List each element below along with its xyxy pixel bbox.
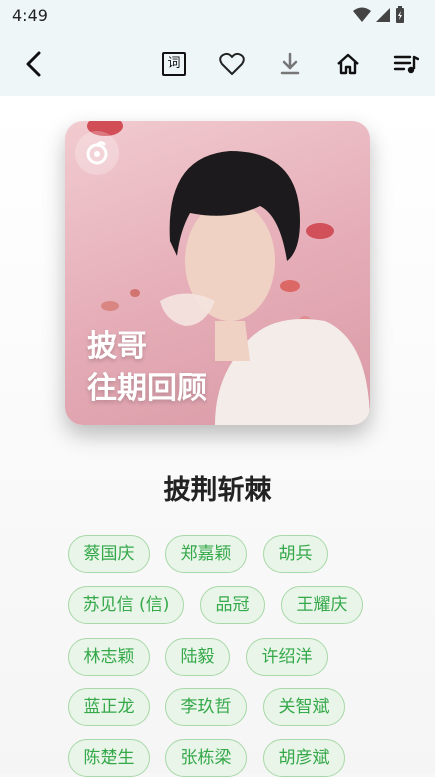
status-bar: 4:49 bbox=[0, 0, 435, 32]
cover-caption: 披哥 往期回顾 bbox=[87, 326, 207, 410]
lyrics-button[interactable]: 词 bbox=[158, 48, 190, 80]
tag-chip[interactable]: 林志颖 bbox=[68, 638, 150, 676]
home-icon bbox=[337, 53, 359, 75]
favorite-button[interactable] bbox=[216, 48, 248, 80]
tag-chip[interactable]: 胡兵 bbox=[263, 535, 328, 573]
app-bar: 词 bbox=[0, 32, 435, 96]
tag-chip[interactable]: 陈楚生 bbox=[68, 739, 150, 777]
playlist-button[interactable] bbox=[390, 48, 422, 80]
chevron-left-icon bbox=[26, 51, 41, 77]
signal-icon bbox=[376, 8, 390, 22]
tag-chip[interactable]: 蓝正龙 bbox=[68, 688, 150, 726]
status-icons bbox=[353, 6, 405, 24]
battery-icon bbox=[396, 6, 404, 23]
lyrics-glyph: 词 bbox=[167, 56, 181, 71]
home-button[interactable] bbox=[332, 48, 364, 80]
download-icon bbox=[280, 52, 300, 75]
tag-chip[interactable]: 苏见信 (信) bbox=[68, 586, 184, 624]
netease-logo-icon bbox=[86, 141, 108, 165]
album-cover[interactable]: 披哥 往期回顾 bbox=[65, 121, 370, 425]
cover-line1: 披哥 bbox=[87, 329, 147, 364]
tag-chip[interactable]: 胡彦斌 bbox=[263, 739, 345, 777]
heart-icon bbox=[219, 52, 245, 75]
content-area: 披哥 往期回顾 披荆斩棘 蔡国庆 郑嘉颖 胡兵 苏见信 (信) 品冠 王耀庆 林… bbox=[0, 96, 435, 777]
back-button[interactable] bbox=[18, 48, 50, 80]
tag-chip[interactable]: 关智斌 bbox=[263, 688, 345, 726]
tag-chip[interactable]: 蔡国庆 bbox=[68, 535, 150, 573]
tag-chip[interactable]: 郑嘉颖 bbox=[165, 535, 247, 573]
tag-chip[interactable]: 许绍洋 bbox=[246, 638, 328, 676]
netease-logo bbox=[75, 131, 119, 175]
status-time: 4:49 bbox=[12, 6, 48, 25]
download-button[interactable] bbox=[274, 48, 306, 80]
wifi-icon bbox=[353, 7, 371, 22]
tag-chip[interactable]: 陆毅 bbox=[165, 638, 230, 676]
playlist-icon bbox=[393, 55, 419, 74]
cover-line2: 往期回顾 bbox=[87, 371, 207, 406]
tag-chip[interactable]: 张栋梁 bbox=[165, 739, 247, 777]
lyrics-icon: 词 bbox=[162, 52, 186, 76]
tag-chip[interactable]: 王耀庆 bbox=[281, 586, 363, 624]
playlist-title: 披荆斩棘 bbox=[163, 475, 272, 506]
tag-chip[interactable]: 李玖哲 bbox=[165, 688, 247, 726]
tag-chip[interactable]: 品冠 bbox=[200, 586, 265, 624]
